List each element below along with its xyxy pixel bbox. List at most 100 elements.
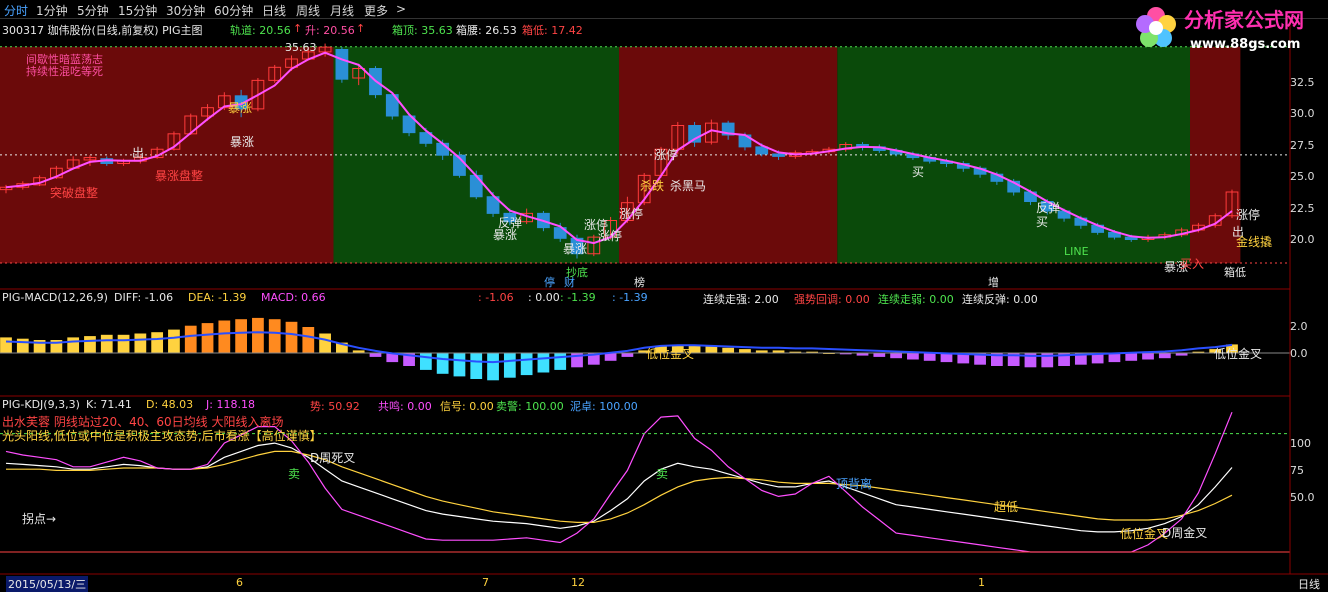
macd-bar-32 [537, 353, 550, 373]
ann-buy1: 买 [912, 165, 924, 179]
ann-limit-up4: 涨停 [654, 147, 678, 162]
stock-chart: 间歇性暗蓝荡志 持续性混吃等死 突破盘整 暴涨盘整 出 暴涨 暴涨 35.63 … [0, 18, 1328, 575]
macd-bar-53 [890, 353, 902, 359]
macd-bar-10 [168, 329, 180, 353]
ann-buy-in: 买入 [1180, 257, 1204, 271]
ann-rebound-black: 杀黑马 [670, 178, 706, 193]
price-tick-200: 20.0 [1290, 233, 1315, 246]
ann-limit-up5: 涨停 [1236, 207, 1260, 222]
candle-body-20 [335, 49, 349, 80]
kdj-tick-100: 100 [1290, 437, 1311, 450]
macd-bar-25 [419, 353, 432, 370]
kdj-sell2: 卖 [656, 467, 668, 481]
logo-brand-text: 分析家公式网 [1184, 8, 1304, 32]
macd-bar-27 [453, 353, 466, 377]
macd-bar-13 [218, 320, 231, 353]
flower-logo-icon: 分析家公式网 www.88gs.com [1136, 7, 1304, 52]
kdj-d-line [6, 450, 1233, 523]
ann-cross: 金线撬 [1236, 234, 1272, 249]
macd-bar-0 [0, 337, 12, 353]
macd-bar-29 [487, 353, 499, 381]
macd-bar-54 [907, 353, 919, 360]
ann-surge2: 暴涨 [493, 227, 517, 242]
logo-url-text: www.88gs.com [1190, 37, 1300, 52]
kdj-low-gold: 低位金叉 [1120, 526, 1168, 541]
candle-body-28 [469, 174, 483, 198]
ann-rebound2: 反弹 [1036, 201, 1060, 215]
price-tick-250: 25.0 [1290, 170, 1315, 183]
ann-peak: 35.63 [285, 41, 317, 54]
macd-bar-67 [1125, 353, 1138, 361]
ann-surge3: 暴涨 [563, 241, 587, 256]
macd-bar-11 [184, 325, 197, 353]
kdj-d-death: D周死叉 [310, 451, 355, 465]
period-label[interactable]: 日线 [1298, 576, 1320, 592]
date-label-7: 7 [482, 576, 489, 589]
macd-bar-68 [1142, 353, 1154, 360]
ann-surge-consol: 暴涨盘整 [155, 168, 203, 183]
macd-bar-18 [302, 327, 315, 353]
macd-bar-6 [100, 334, 113, 353]
price-tick-300: 30.0 [1290, 107, 1315, 120]
macd-bar-15 [252, 317, 264, 353]
macd-bar-42 [705, 346, 718, 353]
kdj-turn: 拐点→ [22, 511, 56, 526]
macd-tick-2: 2.0 [1290, 320, 1308, 333]
date-label-1: 1 [978, 576, 985, 589]
kdj-k-line [5, 442, 1233, 533]
ann-breakout: 突破盘整 [50, 185, 98, 200]
candle-body-26 [436, 142, 450, 156]
ann-limit-up2: 涨停 [584, 217, 608, 232]
macd-bar-55 [923, 353, 936, 361]
date-label-12: 12 [571, 576, 585, 589]
macd-bar-7 [117, 334, 130, 353]
kdj-top-div: 顶背离 [836, 476, 872, 491]
date-cursor-label: 2015/05/13/三 [6, 576, 89, 592]
ann-ting: 停 [544, 275, 555, 289]
macd-bar-33 [554, 353, 567, 370]
ann-buy2: 买 [1036, 215, 1048, 229]
ann-zeng: 增 [988, 275, 999, 289]
ann-limit-up3: 涨停 [619, 206, 643, 221]
macd-bar-26 [436, 353, 449, 374]
macd-bar-22 [369, 353, 382, 357]
price-tick-275: 27.5 [1290, 139, 1315, 152]
macd-bar-43 [722, 347, 735, 353]
price-tick-225: 22.5 [1290, 202, 1315, 215]
macd-bar-9 [151, 332, 164, 353]
kdj-d-gold: D周金叉 [1162, 525, 1207, 540]
ann-cai: 财 [564, 275, 575, 289]
macd-bar-19 [319, 333, 331, 353]
kdj-note2: 光头阳线,低位或中位是积极主攻态势,后市看涨【高位谨慎】 [2, 428, 322, 443]
macd-bar-44 [739, 349, 751, 353]
ann-bang: 榜 [634, 275, 645, 289]
macd-bar-28 [470, 353, 483, 379]
macd-bar-4 [67, 337, 80, 353]
macd-tick-0: 0.0 [1290, 347, 1308, 360]
ann-fall: 杀跌 [640, 178, 664, 193]
macd-bar-30 [503, 353, 516, 378]
date-label-6: 6 [236, 576, 243, 589]
ann-intermittent1: 间歇性暗蓝荡志 [26, 52, 103, 66]
macd-bar-12 [201, 323, 214, 353]
macd-ann-low-gold: 低位金叉 [646, 346, 694, 361]
candle-body-46 [772, 153, 785, 157]
kdj-tick-50: 50.0 [1290, 491, 1315, 504]
kdj-tick-75: 75 [1290, 464, 1304, 477]
macd-ann-low-gold2: 低位金叉 [1214, 346, 1262, 361]
ann-intermittent2: 持续性混吃等死 [26, 64, 103, 78]
kdj-sell1: 卖 [288, 467, 300, 481]
macd-bar-69 [1158, 353, 1171, 359]
macd-bar-16 [268, 319, 281, 353]
macd-bar-37 [621, 353, 634, 357]
price-tick-325: 32.5 [1290, 76, 1315, 89]
macd-bar-1 [16, 338, 29, 353]
macd-bar-31 [520, 353, 533, 376]
brand-logo: 分析家公式网 www.88gs.com [1128, 0, 1328, 56]
ann-surge1: 暴涨 [230, 134, 254, 149]
ann-out1: 出 [132, 146, 144, 160]
macd-bar-5 [84, 336, 96, 353]
ann-line: LINE [1064, 245, 1089, 258]
macd-bar-17 [285, 321, 298, 353]
ann-surge-top: 暴涨 [228, 100, 252, 115]
